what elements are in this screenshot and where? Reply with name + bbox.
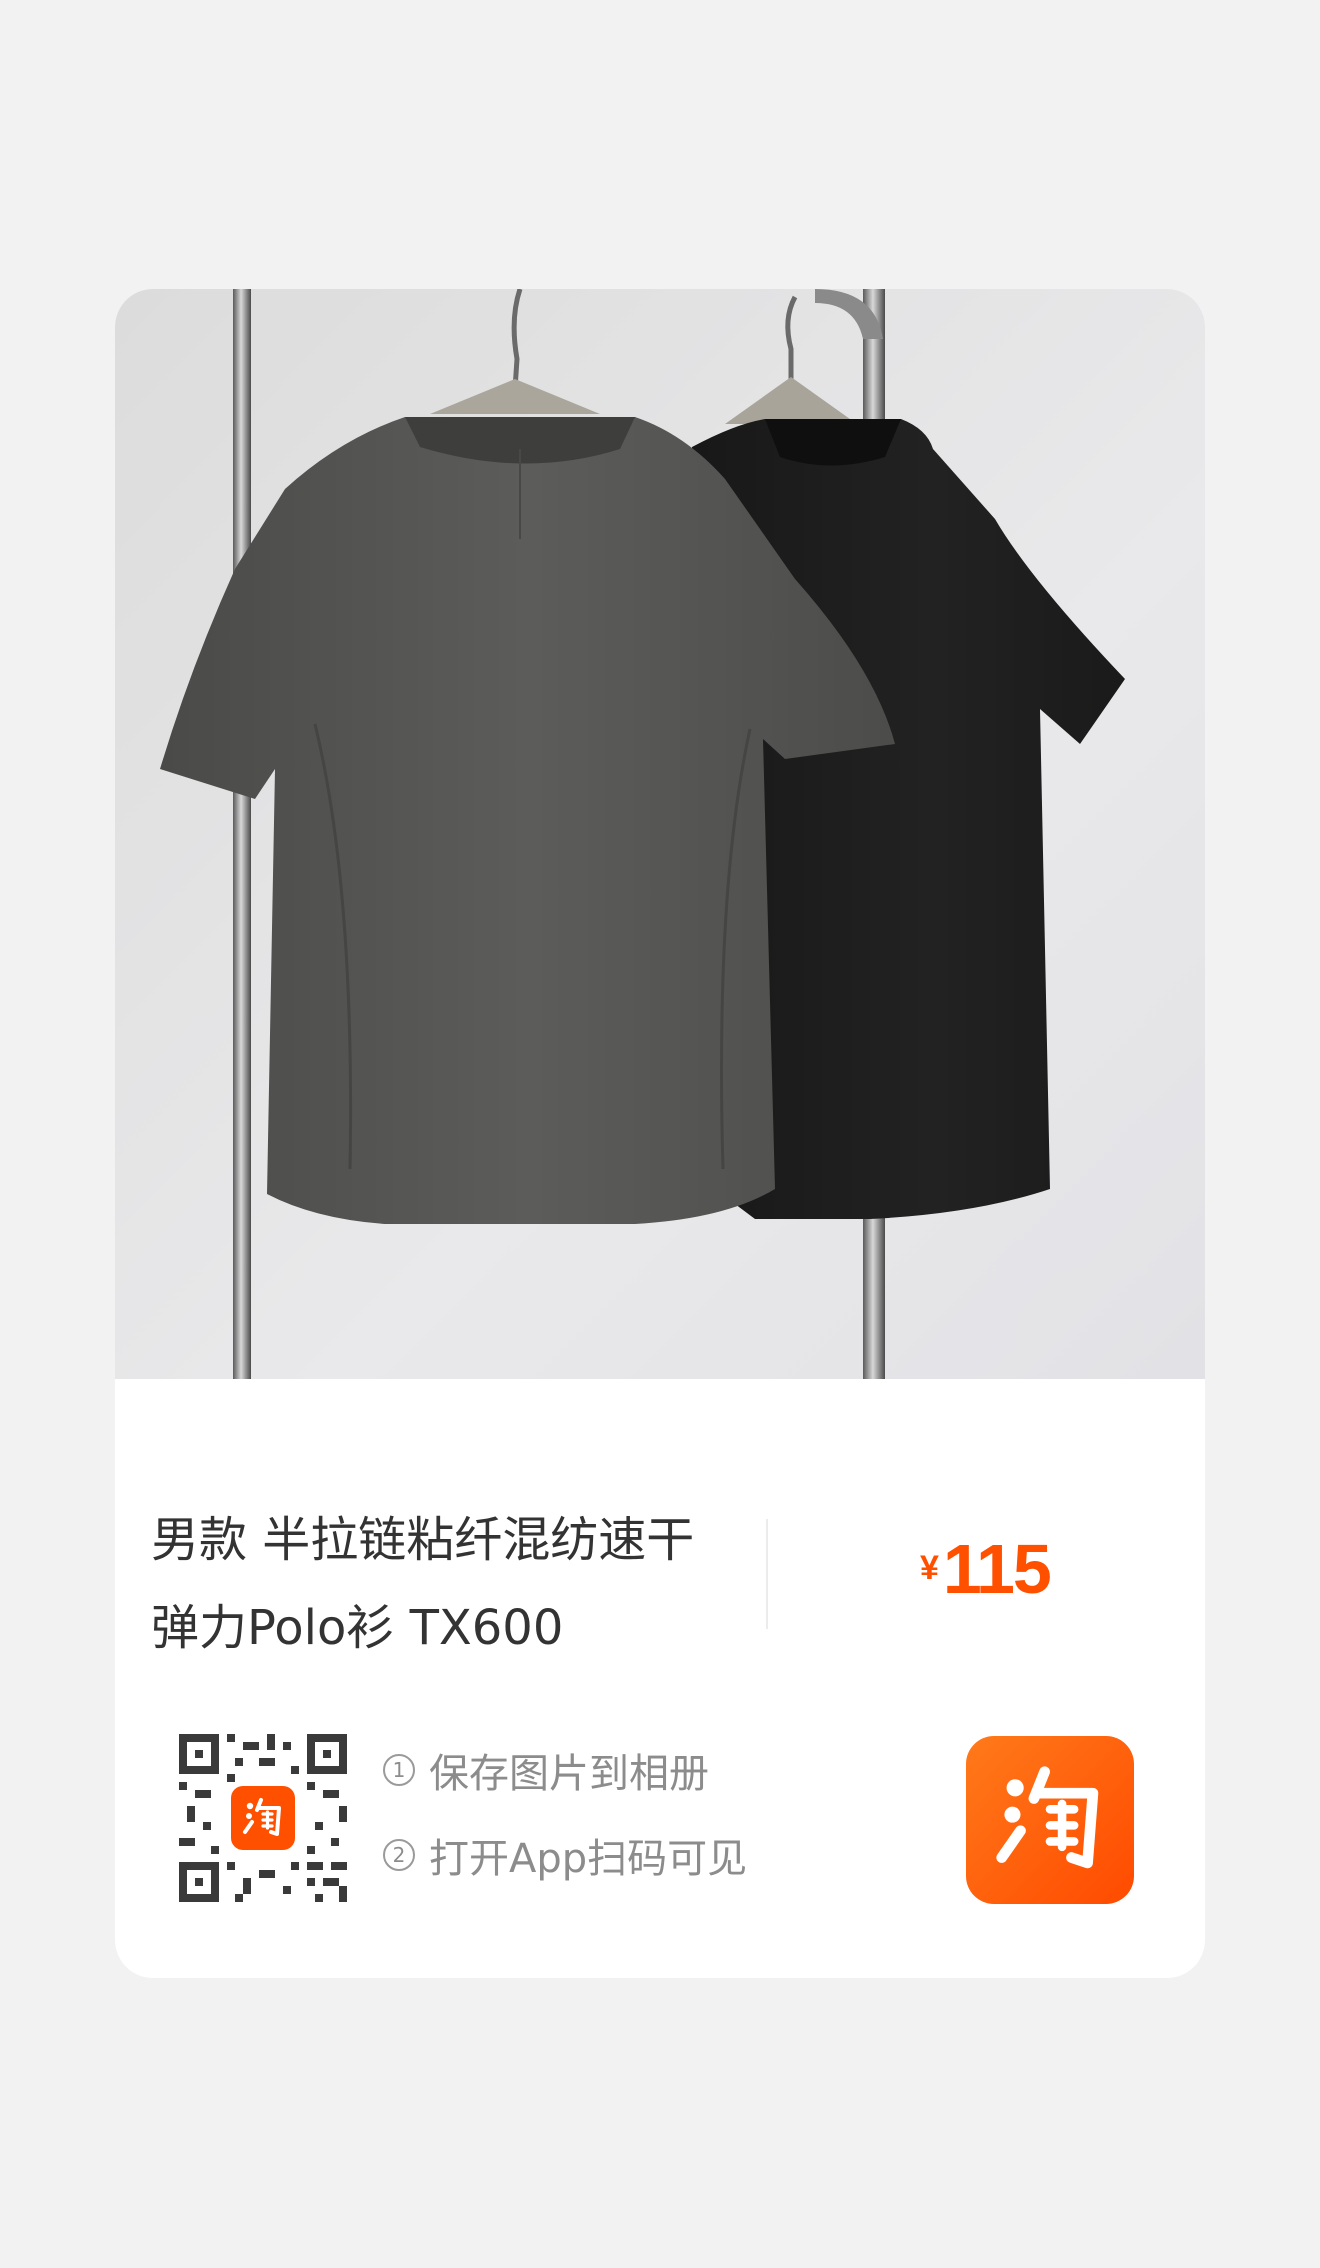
taobao-icon (231, 1786, 295, 1850)
price-currency: ¥ (920, 1549, 939, 1587)
product-title[interactable]: 男款 半拉链粘纤混纺速干 弹力Polo衫 TX600 (151, 1496, 751, 1672)
taobao-app-icon[interactable] (966, 1736, 1134, 1904)
product-card: 男款 半拉链粘纤混纺速干 弹力Polo衫 TX600 ¥115 1 保存图片到相… (115, 289, 1205, 1978)
product-image (115, 289, 1205, 1379)
step-2-number: 2 (383, 1839, 415, 1871)
instruction-step-1: 1 保存图片到相册 (383, 1741, 709, 1799)
instruction-step-2: 2 打开App扫码可见 (383, 1826, 747, 1884)
share-poster: 男款 半拉链粘纤混纺速干 弹力Polo衫 TX600 ¥115 1 保存图片到相… (0, 0, 1320, 2268)
step-1-text: 保存图片到相册 (429, 1751, 709, 1797)
product-price: ¥115 (920, 1529, 1160, 1619)
qr-code[interactable] (179, 1734, 347, 1902)
step-2-text: 打开App扫码可见 (429, 1836, 748, 1882)
divider (766, 1519, 768, 1629)
price-value: 115 (942, 1530, 1052, 1608)
step-1-number: 1 (383, 1754, 415, 1786)
